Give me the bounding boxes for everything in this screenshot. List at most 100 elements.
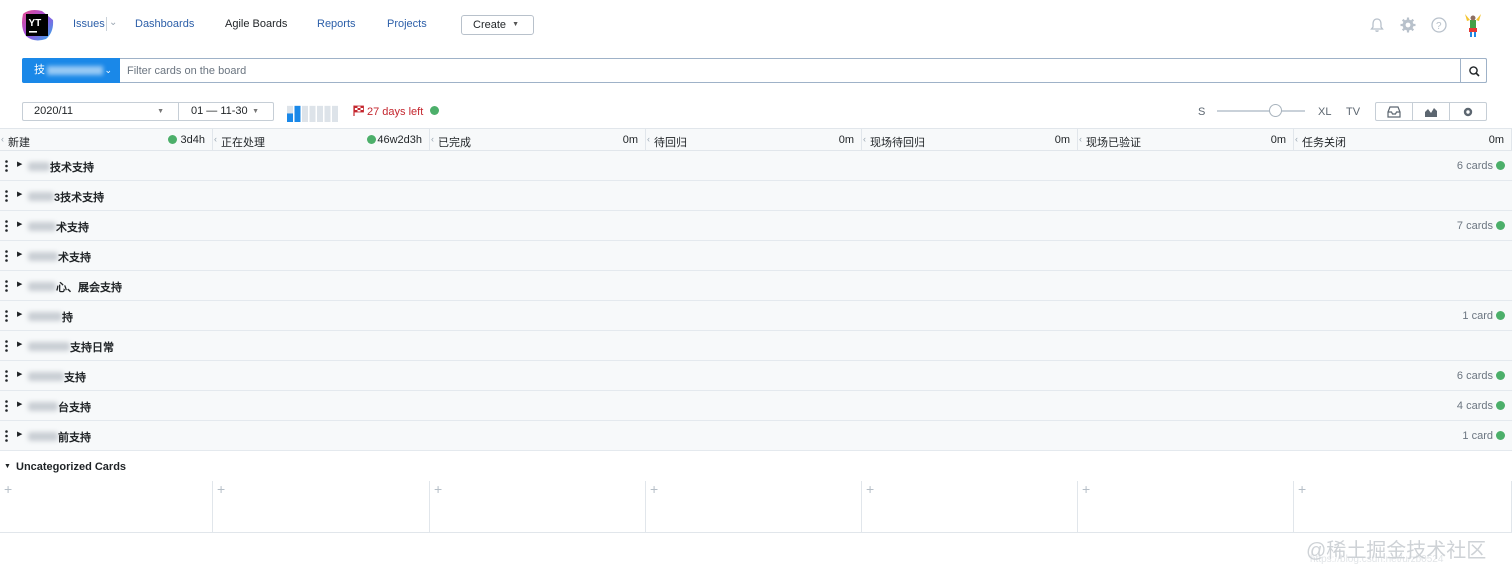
progress-bar-bg	[317, 105, 323, 122]
swimlane-row[interactable]: ▶ 术支持	[0, 241, 1512, 271]
collapse-column-icon[interactable]: ‹	[647, 134, 650, 144]
swimlane-row[interactable]: ▶ 前支持 1 card	[0, 421, 1512, 451]
drag-handle-icon[interactable]	[5, 340, 8, 352]
caret-right-icon[interactable]: ▶	[17, 160, 22, 168]
nav-dashboards[interactable]: Dashboards	[135, 18, 194, 30]
tv-mode-toggle[interactable]: TV	[1346, 106, 1360, 118]
drag-handle-icon[interactable]	[5, 430, 8, 442]
uncategorized-cell: +	[1294, 481, 1512, 533]
drag-handle-icon[interactable]	[5, 310, 8, 322]
swimlane-status-dot	[1496, 371, 1505, 380]
youtrack-logo[interactable]: YT	[20, 8, 54, 42]
avatar[interactable]	[1461, 12, 1485, 38]
drag-handle-icon[interactable]	[5, 250, 8, 262]
board-selector[interactable]: 技 ⌄	[22, 58, 120, 83]
caret-right-icon[interactable]: ▶	[17, 370, 22, 378]
drag-handle-icon[interactable]	[5, 190, 8, 202]
column-status-dot	[366, 135, 376, 144]
card-size-small-label[interactable]: S	[1198, 106, 1205, 118]
card-size-slider-handle[interactable]	[1269, 104, 1282, 117]
uncategorized-cell: +	[862, 481, 1078, 533]
column-header[interactable]: ‹ 新建 3d4h	[0, 128, 213, 151]
column-header[interactable]: ‹ 正在处理 46w2d3h	[213, 128, 430, 151]
swimlane-row[interactable]: ▶ 持 1 card	[0, 301, 1512, 331]
add-card-button[interactable]: +	[650, 481, 658, 497]
collapse-column-icon[interactable]: ‹	[431, 134, 434, 144]
swimlane-row[interactable]: ▶ 术支持 7 cards	[0, 211, 1512, 241]
collapse-column-icon[interactable]: ‹	[1295, 134, 1298, 144]
chart-button[interactable]	[1413, 103, 1450, 120]
uncategorized-cell: +	[0, 481, 213, 533]
collapse-column-icon[interactable]: ‹	[1, 134, 4, 144]
column-header[interactable]: ‹ 现场待回归 0m	[862, 128, 1078, 151]
svg-text:YT: YT	[29, 18, 42, 29]
swimlane-name: 台支持	[58, 402, 91, 414]
caret-down-icon: ▼	[252, 108, 259, 115]
add-card-button[interactable]: +	[434, 481, 442, 497]
drag-handle-icon[interactable]	[5, 280, 8, 292]
caret-right-icon[interactable]: ▶	[17, 190, 22, 198]
add-card-button[interactable]: +	[1082, 481, 1090, 497]
uncategorized-swimlane-header[interactable]: ▼ Uncategorized Cards	[0, 451, 1512, 481]
swimlane-name: 支持	[64, 372, 86, 384]
chevron-down-icon[interactable]: ⌄	[109, 17, 117, 28]
days-left-text: 27 days left	[367, 106, 424, 118]
column-header[interactable]: ‹ 现场已验证 0m	[1078, 128, 1294, 151]
create-button-label: Create	[473, 19, 507, 31]
swimlane-row[interactable]: ▶ 3技术支持	[0, 181, 1512, 211]
search-input[interactable]	[121, 59, 1461, 82]
nav-reports[interactable]: Reports	[317, 18, 356, 30]
create-button[interactable]: Create ▼	[461, 15, 534, 35]
board-view-buttons	[1375, 102, 1487, 121]
card-size-slider[interactable]	[1217, 110, 1305, 112]
nav-agile-boards[interactable]: Agile Boards	[225, 18, 287, 30]
add-card-button[interactable]: +	[217, 481, 225, 497]
sprint-range-selector[interactable]: 01 — 11-30 ▼	[179, 102, 274, 121]
swimlane-row[interactable]: ▶ 支持 6 cards	[0, 361, 1512, 391]
drag-handle-icon[interactable]	[5, 400, 8, 412]
add-card-button[interactable]: +	[1298, 481, 1306, 497]
caret-right-icon[interactable]: ▶	[17, 250, 22, 258]
swimlane-name-redacted	[28, 192, 54, 201]
sprint-selector[interactable]: 2020/11 ▼	[22, 102, 179, 121]
chevron-down-icon: ⌄	[104, 65, 112, 75]
search-button[interactable]	[1460, 58, 1487, 83]
swimlane-row[interactable]: ▶ 心、展会支持	[0, 271, 1512, 301]
column-header[interactable]: ‹ 任务关闭 0m	[1294, 128, 1512, 151]
gear-icon[interactable]	[1399, 16, 1417, 34]
caret-down-icon[interactable]: ▼	[4, 463, 11, 470]
backlog-button[interactable]	[1376, 103, 1413, 120]
card-size-xl-label[interactable]: XL	[1318, 106, 1331, 118]
drag-handle-icon[interactable]	[5, 160, 8, 172]
bell-icon[interactable]	[1368, 16, 1386, 34]
swimlane-name: 术支持	[58, 252, 91, 264]
column-header[interactable]: ‹ 待回归 0m	[646, 128, 862, 151]
progress-bar	[294, 105, 301, 122]
column-header[interactable]: ‹ 已完成 0m	[430, 128, 646, 151]
nav-projects[interactable]: Projects	[387, 18, 427, 30]
add-card-button[interactable]: +	[4, 481, 12, 497]
swimlane-row[interactable]: ▶ 台支持 4 cards	[0, 391, 1512, 421]
help-icon[interactable]: ?	[1430, 16, 1448, 34]
caret-right-icon[interactable]: ▶	[17, 430, 22, 438]
column-time-spent: 0m	[838, 134, 854, 146]
swimlane-row[interactable]: ▶ 支持日常	[0, 331, 1512, 361]
caret-right-icon[interactable]: ▶	[17, 340, 22, 348]
sprint-progress-chart[interactable]	[287, 103, 341, 122]
board-settings-button[interactable]	[1450, 103, 1486, 120]
sprint-range: 01 — 11-30	[191, 105, 248, 117]
drag-handle-icon[interactable]	[5, 370, 8, 382]
drag-handle-icon[interactable]	[5, 220, 8, 232]
swimlane-row[interactable]: ▶ 技术支持 6 cards	[0, 151, 1512, 181]
caret-right-icon[interactable]: ▶	[17, 280, 22, 288]
collapse-column-icon[interactable]: ‹	[863, 134, 866, 144]
caret-right-icon[interactable]: ▶	[17, 400, 22, 408]
collapse-column-icon[interactable]: ‹	[1079, 134, 1082, 144]
uncategorized-cell: +	[1078, 481, 1294, 533]
caret-right-icon[interactable]: ▶	[17, 220, 22, 228]
uncategorized-cells: + + + + + + +	[0, 481, 1512, 533]
collapse-column-icon[interactable]: ‹	[214, 134, 217, 144]
nav-issues[interactable]: Issues	[73, 18, 105, 30]
add-card-button[interactable]: +	[866, 481, 874, 497]
caret-right-icon[interactable]: ▶	[17, 310, 22, 318]
